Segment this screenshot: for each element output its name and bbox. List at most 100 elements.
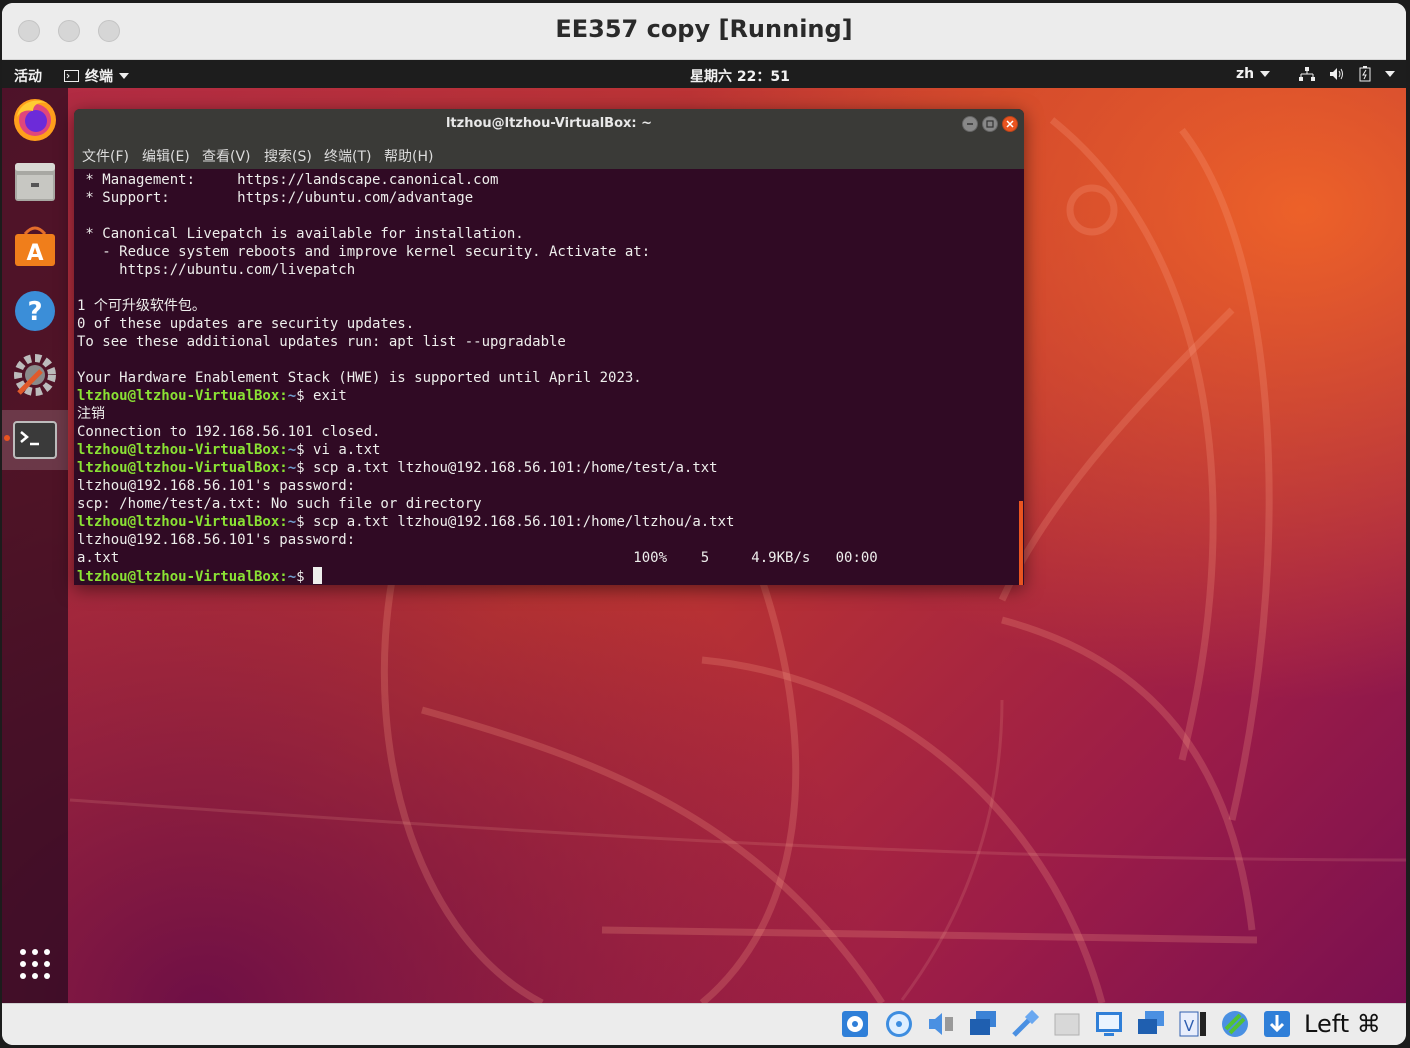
- prompt-path: ~: [287, 569, 297, 585]
- hard-disk-icon[interactable]: [840, 1009, 870, 1039]
- video-capture-icon[interactable]: [1136, 1009, 1166, 1039]
- terminal-prompt-line: ltzhou@ltzhou-VirtualBox:~$ scp a.txt lt…: [77, 459, 718, 477]
- svg-text:?: ?: [27, 297, 42, 327]
- settings-icon[interactable]: [11, 351, 59, 399]
- prompt-path: ~: [287, 514, 297, 530]
- prompt-user: ltzhou@ltzhou-VirtualBox: [77, 388, 280, 404]
- terminal-line: To see these additional updates run: apt…: [77, 334, 566, 350]
- host-window-title: EE357 copy [Running]: [555, 15, 853, 43]
- terminal-output[interactable]: * Management: https://landscape.canonica…: [77, 169, 1017, 585]
- terminal-title: ltzhou@ltzhou-VirtualBox: ~: [445, 116, 653, 131]
- terminal-line: Connection to 192.168.56.101 closed.: [77, 424, 381, 440]
- chevron-down-icon: [1385, 71, 1395, 77]
- menu-help[interactable]: 帮助(H): [384, 146, 433, 166]
- prompt-separator: :: [279, 460, 288, 476]
- host-titlebar: EE357 copy [Running]: [2, 3, 1406, 60]
- prompt-user: ltzhou@ltzhou-VirtualBox: [77, 460, 280, 476]
- firefox-icon[interactable]: [11, 95, 59, 143]
- text-cursor: [313, 567, 323, 584]
- prompt-separator: :: [279, 514, 288, 530]
- app-menu[interactable]: 终端: [64, 66, 129, 86]
- prompt-path: ~: [287, 460, 297, 476]
- keyboard-capture-icon[interactable]: [1262, 1009, 1292, 1039]
- virtualbox-host-window: EE357 copy [Running] 活动 终端 星期六 22：51 zh …: [2, 3, 1406, 1045]
- prompt-path: ~: [287, 442, 297, 458]
- prompt-command: $ vi a.txt: [296, 442, 381, 458]
- menu-edit[interactable]: 编辑(E): [142, 146, 190, 166]
- terminal-prompt-line: ltzhou@ltzhou-VirtualBox:~$ vi a.txt: [77, 441, 380, 459]
- terminal-small-icon: [64, 70, 79, 82]
- terminal-line: https://ubuntu.com/livepatch: [77, 262, 356, 278]
- menu-file[interactable]: 文件(F): [82, 146, 129, 166]
- minimize-icon: [967, 123, 973, 125]
- svg-text:V: V: [1184, 1017, 1195, 1035]
- close-icon: [1006, 120, 1014, 128]
- svg-text:A: A: [26, 241, 43, 266]
- prompt-separator: :: [279, 442, 288, 458]
- prompt-user: ltzhou@ltzhou-VirtualBox: [77, 514, 280, 530]
- optical-drive-icon[interactable]: [884, 1009, 914, 1039]
- input-method-menu[interactable]: zh: [1236, 66, 1271, 82]
- prompt-command: $: [296, 569, 314, 585]
- minimize-button[interactable]: [962, 116, 978, 132]
- terminal-line: scp: /home/test/a.txt: No such file or d…: [77, 496, 482, 512]
- app-menu-label: 终端: [85, 69, 113, 85]
- help-icon[interactable]: ?: [11, 287, 59, 335]
- shared-folders-icon[interactable]: [1052, 1009, 1082, 1039]
- gnome-top-panel: 活动 终端 星期六 22：51 zh: [2, 60, 1406, 88]
- files-icon[interactable]: [11, 157, 59, 205]
- mouse-integration-icon[interactable]: [1220, 1009, 1250, 1039]
- terminal-line: ltzhou@192.168.56.101's password:: [77, 478, 356, 494]
- terminal-scrollbar[interactable]: [1019, 501, 1023, 585]
- input-method-label: zh: [1236, 66, 1255, 82]
- scp-progress-line: a.txt 100% 5 4.9KB/s 00:00: [77, 550, 878, 566]
- prompt-command: $ scp a.txt ltzhou@192.168.56.101:/home/…: [296, 514, 735, 530]
- terminal-prompt-line: ltzhou@ltzhou-VirtualBox:~$: [77, 567, 323, 585]
- prompt-path: ~: [287, 388, 297, 404]
- prompt-command: $ scp a.txt ltzhou@192.168.56.101:/home/…: [296, 460, 718, 476]
- maximize-icon: [986, 120, 994, 128]
- menu-search[interactable]: 搜索(S): [264, 146, 312, 166]
- menu-view[interactable]: 查看(V): [202, 146, 251, 166]
- audio-icon[interactable]: [926, 1009, 956, 1039]
- ubuntu-dock: A ?: [2, 88, 68, 1003]
- terminal-line: Your Hardware Enablement Stack (HWE) is …: [77, 370, 642, 386]
- vm-statusbar: V Left ⌘: [2, 1003, 1406, 1045]
- network-icon[interactable]: [968, 1009, 998, 1039]
- terminal-line: 1 个可升级软件包。: [77, 298, 206, 314]
- clock[interactable]: 星期六 22：51: [690, 66, 790, 86]
- terminal-icon[interactable]: [11, 416, 59, 464]
- running-indicator: [4, 435, 10, 441]
- terminal-menubar: 文件(F) 编辑(E) 查看(V) 搜索(S) 终端(T) 帮助(H): [74, 139, 1024, 169]
- terminal-prompt-line: ltzhou@ltzhou-VirtualBox:~$ exit: [77, 387, 347, 405]
- terminal-line: * Support: https://ubuntu.com/advantage: [77, 190, 474, 206]
- menu-terminal[interactable]: 终端(T): [324, 146, 371, 166]
- terminal-line: ltzhou@192.168.56.101's password:: [77, 532, 356, 548]
- volume-icon: [1330, 68, 1343, 80]
- close-button[interactable]: [1002, 116, 1018, 132]
- prompt-separator: :: [279, 569, 288, 585]
- terminal-titlebar[interactable]: ltzhou@ltzhou-VirtualBox: ~: [74, 109, 1024, 139]
- terminal-window[interactable]: ltzhou@ltzhou-VirtualBox: ~ 文件(F) 编辑(E) …: [74, 109, 1024, 585]
- terminal-line: * Canonical Livepatch is available for i…: [77, 226, 524, 242]
- show-applications-icon[interactable]: [11, 940, 59, 988]
- prompt-command: $ exit: [296, 388, 347, 404]
- usb-icon[interactable]: [1010, 1009, 1040, 1039]
- terminal-line: 0 of these updates are security updates.: [77, 316, 415, 332]
- network-wired-icon: [1299, 67, 1315, 81]
- display-icon[interactable]: [1094, 1009, 1124, 1039]
- prompt-user: ltzhou@ltzhou-VirtualBox: [77, 569, 280, 585]
- vm-screen[interactable]: 活动 终端 星期六 22：51 zh A ? ltzhou@ltzhou-Vir…: [2, 60, 1406, 1003]
- battery-icon: [1359, 66, 1371, 82]
- host-key-label: Left ⌘: [1304, 1010, 1381, 1038]
- system-menu[interactable]: [1299, 66, 1395, 82]
- recording-icon[interactable]: V: [1178, 1009, 1208, 1039]
- terminal-prompt-line: ltzhou@ltzhou-VirtualBox:~$ scp a.txt lt…: [77, 513, 734, 531]
- prompt-user: ltzhou@ltzhou-VirtualBox: [77, 442, 280, 458]
- ubuntu-software-icon[interactable]: A: [11, 222, 59, 270]
- terminal-line: * Management: https://landscape.canonica…: [77, 172, 499, 188]
- terminal-line: 注销: [77, 406, 105, 422]
- chevron-down-icon: [119, 73, 129, 79]
- maximize-button[interactable]: [982, 116, 998, 132]
- activities-button[interactable]: 活动: [14, 66, 42, 86]
